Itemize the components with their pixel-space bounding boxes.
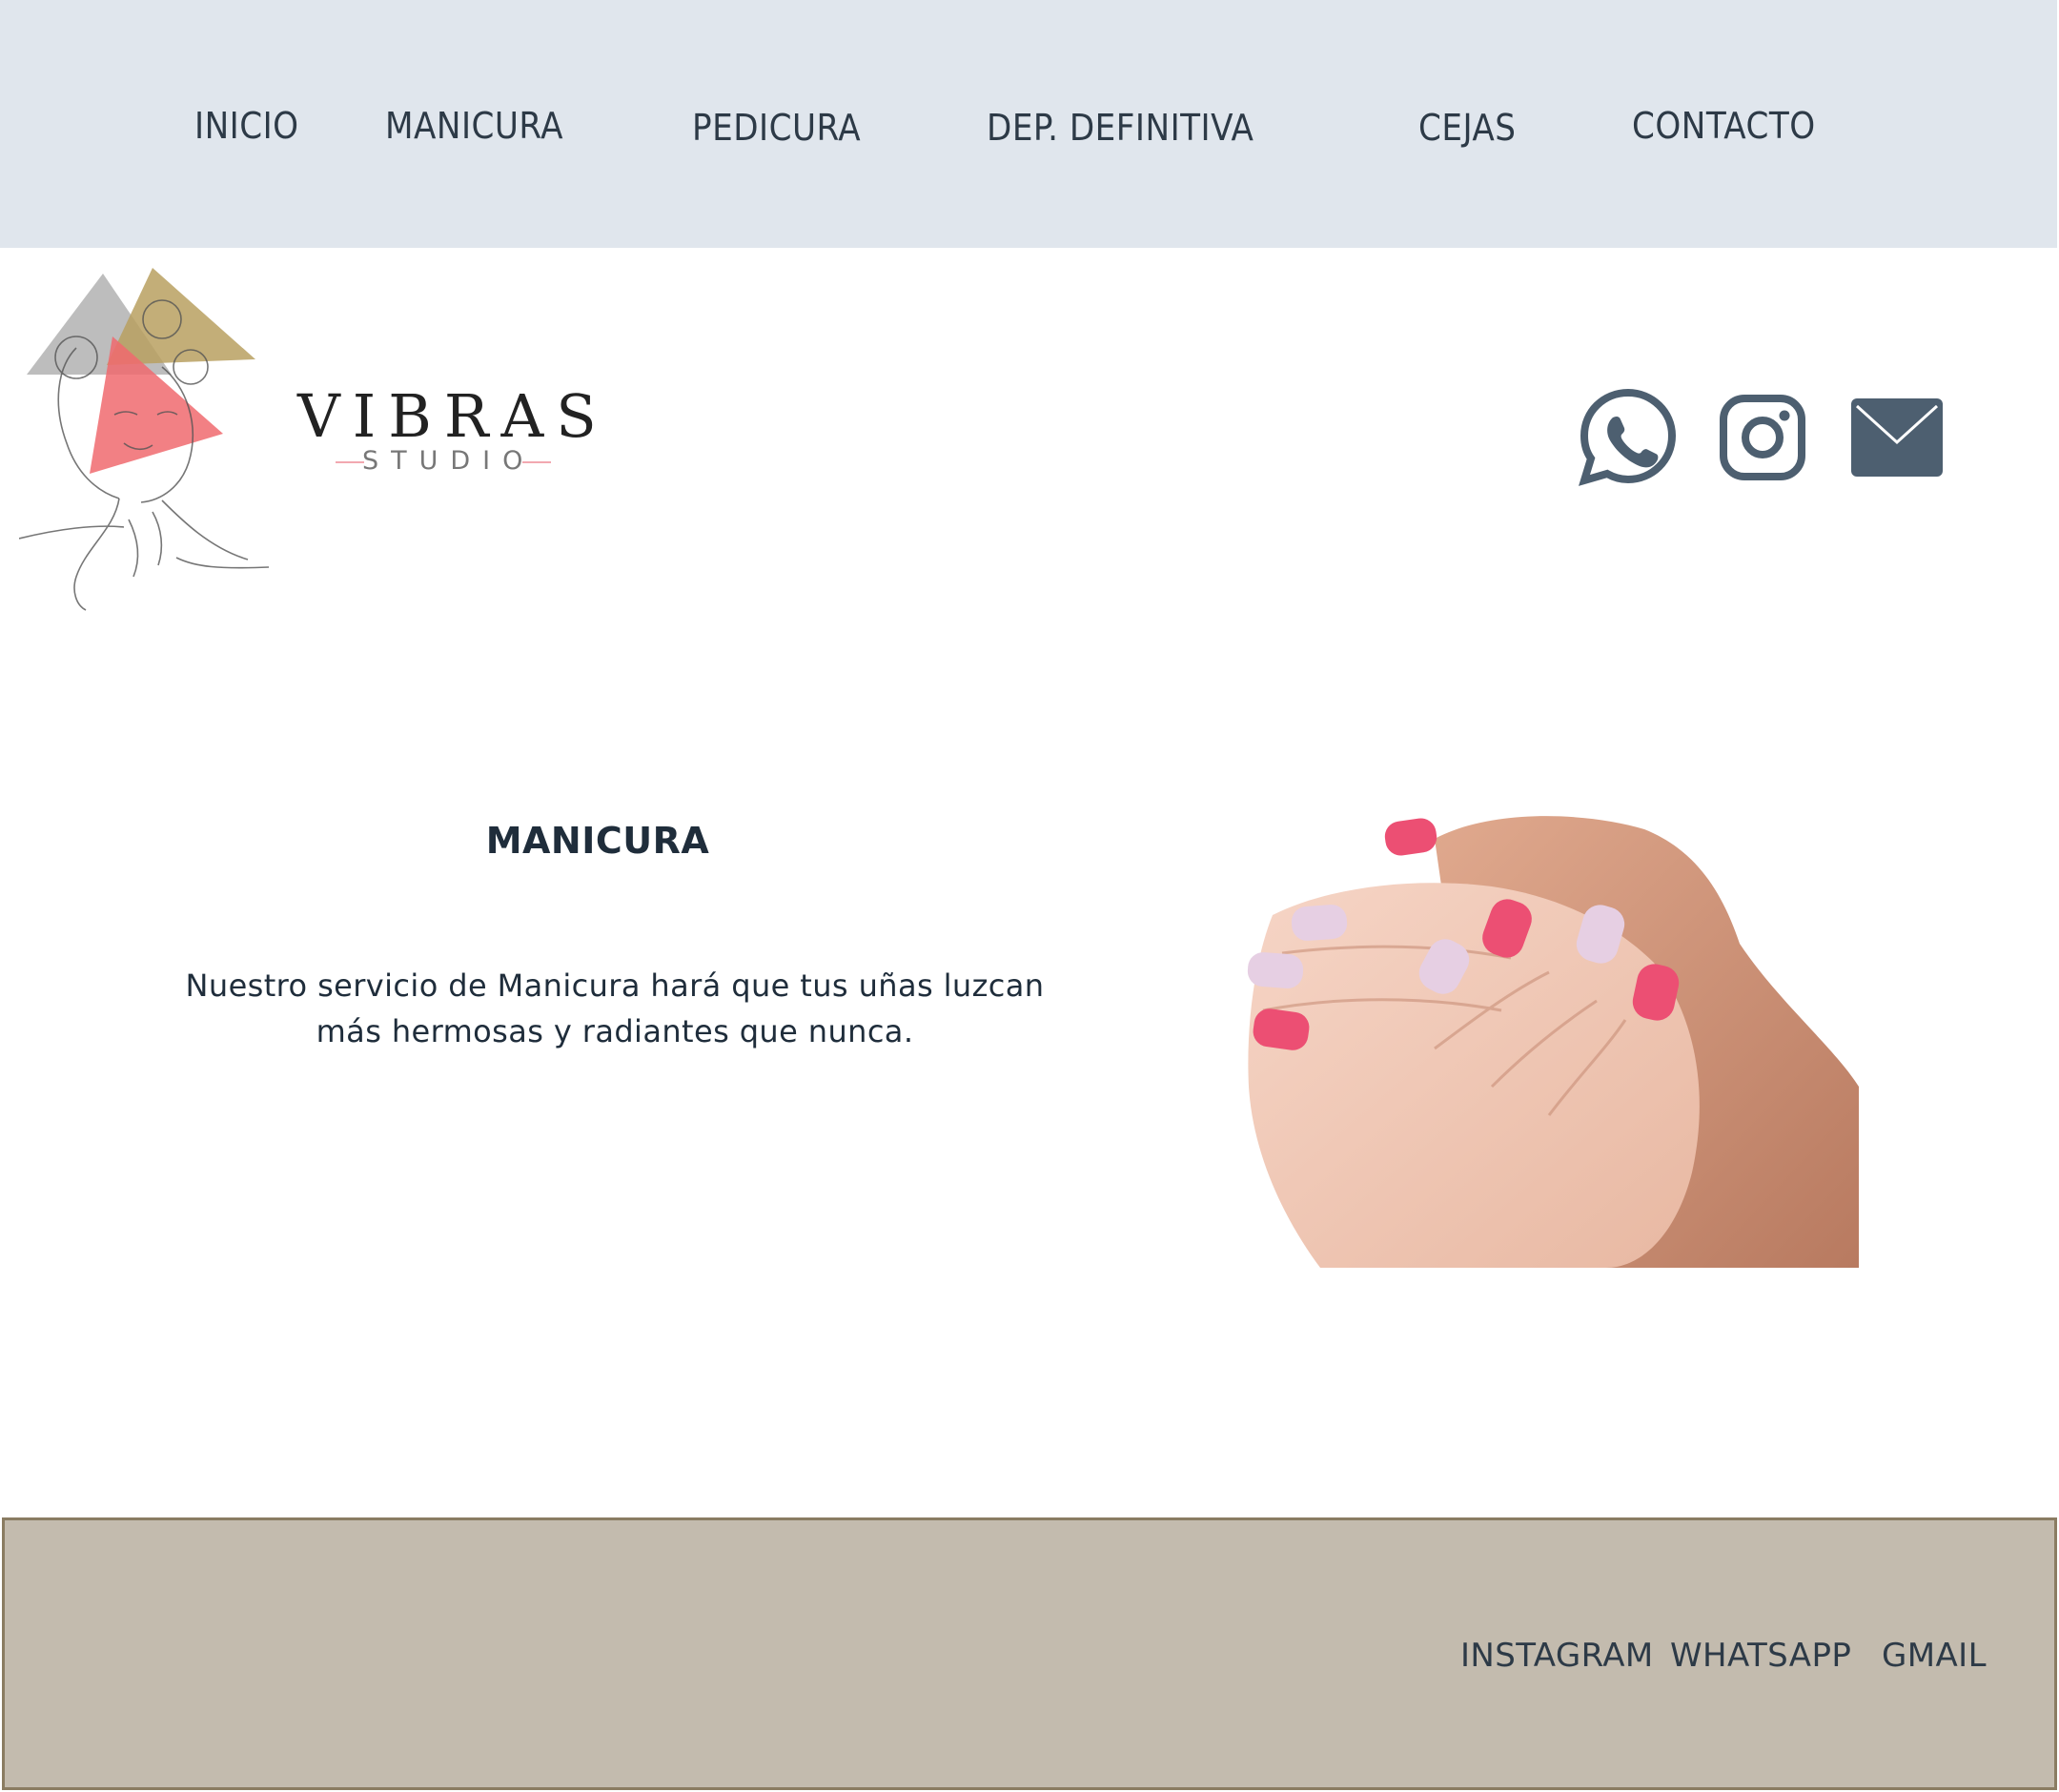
top-navigation: INICIO MANICURA PEDICURA DEP. DEFINITIVA…: [0, 0, 2057, 248]
nav-item-manicura[interactable]: MANICURA: [385, 105, 563, 147]
manicure-hands-image: [1244, 801, 1859, 1268]
logo-tagline: STUDIO: [362, 446, 536, 476]
section-heading: MANICURA: [485, 820, 710, 862]
nav-item-cejas[interactable]: CEJAS: [1418, 107, 1516, 149]
nav-item-contacto[interactable]: CONTACTO: [1632, 105, 1816, 147]
logo-divider-right: [522, 461, 551, 463]
logo-illustration: [19, 268, 270, 611]
section-description: Nuestro servicio de Manicura hará que tu…: [185, 967, 1045, 1049]
footer-link-gmail[interactable]: GMAIL: [1882, 1637, 1987, 1675]
mail-icon[interactable]: [1851, 398, 1943, 480]
nav-item-inicio[interactable]: INICIO: [194, 105, 299, 147]
logo-divider-left: [336, 461, 364, 463]
whatsapp-icon[interactable]: [1579, 387, 1678, 490]
instagram-icon[interactable]: [1720, 395, 1805, 484]
site-logo[interactable]: VIBRAS STUDIO: [19, 262, 597, 615]
footer-link-whatsapp[interactable]: WHATSAPP: [1670, 1637, 1851, 1675]
nav-item-pedicura[interactable]: PEDICURA: [692, 107, 861, 149]
footer-link-instagram[interactable]: INSTAGRAM: [1460, 1637, 1654, 1675]
nav-item-dep-definitiva[interactable]: DEP. DEFINITIVA: [987, 107, 1254, 149]
logo-wordmark: VIBRAS: [297, 381, 609, 451]
